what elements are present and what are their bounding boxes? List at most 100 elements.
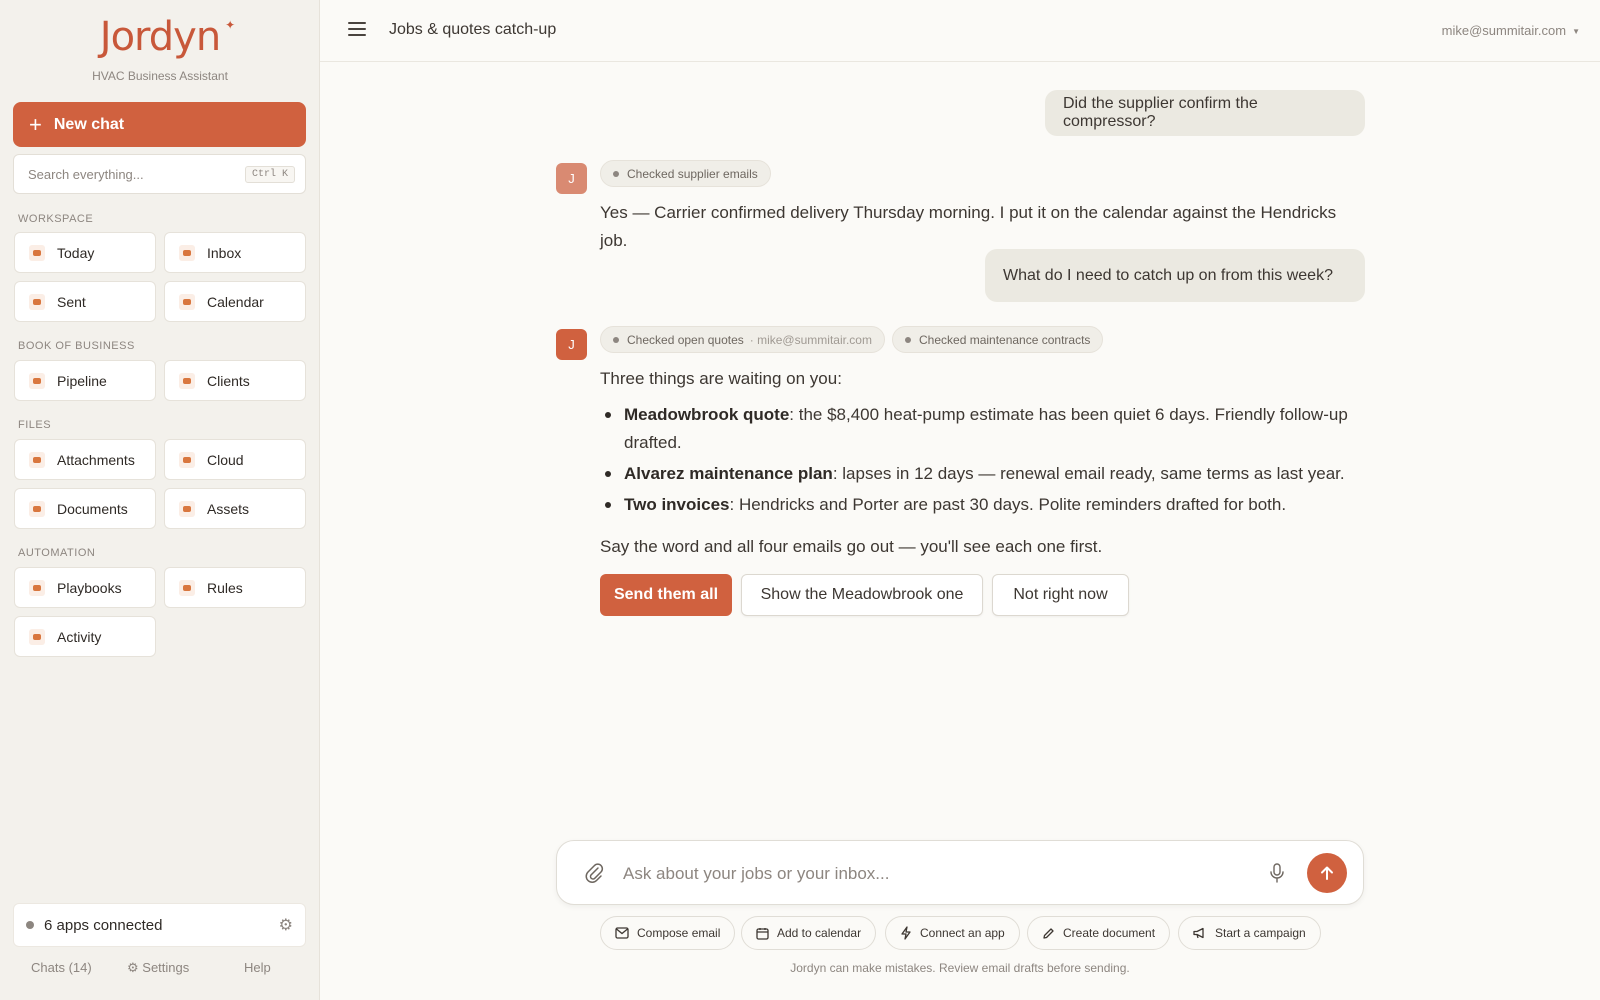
sidebar-item-label: Documents [57, 500, 128, 517]
page-title: Jobs & quotes catch-up [389, 21, 557, 38]
bar-chart-icon [29, 372, 45, 389]
sidebar-item-cloud[interactable]: Cloud [164, 439, 306, 480]
assistant-message: Yes — Carrier confirmed delivery Thursda… [600, 203, 1337, 250]
chip-dot [905, 336, 911, 343]
sidebar-item-activity[interactable]: Activity [14, 616, 156, 657]
document-icon [29, 500, 45, 517]
sidebar-item-today[interactable]: Today [14, 232, 156, 273]
settings-link[interactable]: ⚙ Settings [127, 960, 189, 976]
sidebar-item-attachments[interactable]: Attachments [14, 439, 156, 480]
sidebar-item-label: Pipeline [57, 372, 107, 389]
chip-dot [613, 170, 619, 177]
paperclip-icon[interactable] [584, 862, 604, 884]
sidebar-item-documents[interactable]: Documents [14, 488, 156, 529]
show-meadowbrook-button[interactable]: Show the Meadowbrook one [741, 574, 983, 616]
gear-icon[interactable]: ⚙ [279, 915, 293, 935]
send-all-button[interactable]: Send them all [600, 574, 732, 616]
activity-icon [29, 628, 45, 645]
tool-chip-quotes[interactable]: Checked open quotes · mike@summitair.com [600, 326, 885, 353]
sidebar-item-playbooks[interactable]: Playbooks [14, 567, 156, 608]
microphone-icon[interactable] [1269, 863, 1285, 883]
logo-subtitle: HVAC Business Assistant [92, 69, 228, 83]
not-right-now-button[interactable]: Not right now [992, 574, 1129, 616]
sidebar-item-label: Rules [207, 579, 243, 596]
calendar-icon [179, 293, 195, 310]
logo-wordmark: Jordyn [99, 14, 221, 60]
compose-email-button[interactable]: Compose email [600, 916, 736, 950]
contact-card-icon [179, 372, 195, 389]
list-item-title: Meadowbrook quote [624, 405, 790, 424]
start-campaign-button[interactable]: Start a campaign [1178, 916, 1321, 950]
lightning-icon [901, 926, 911, 940]
sidebar-item-calendar[interactable]: Calendar [164, 281, 306, 322]
tool-chip-contracts[interactable]: Checked maintenance contracts [892, 326, 1104, 353]
assistant-avatar: J [556, 163, 587, 194]
search-box: Ctrl K [13, 154, 306, 194]
chip-dot [613, 336, 619, 343]
section-book-of-business: BOOK OF BUSINESS [18, 340, 135, 352]
image-icon [179, 500, 195, 517]
create-document-button[interactable]: Create document [1027, 916, 1171, 950]
sidebar-item-sent[interactable]: Sent [14, 281, 156, 322]
inbox-icon [179, 244, 195, 261]
new-chat-button[interactable]: + New chat [13, 102, 306, 147]
help-link[interactable]: Help [244, 960, 271, 975]
chip-label: Checked supplier emails [627, 166, 758, 181]
list-item: Meadowbrook quote: the $8,400 heat-pump … [600, 401, 1360, 457]
search-input[interactable] [28, 166, 245, 182]
apps-connected-status[interactable]: 6 apps connected ⚙ [13, 903, 306, 947]
paperclip-icon [29, 451, 45, 468]
mail-icon [615, 927, 629, 939]
composer [556, 840, 1364, 905]
sidebar-item-label: Sent [57, 293, 86, 310]
sidebar-item-clients[interactable]: Clients [164, 360, 306, 401]
section-automation: AUTOMATION [18, 547, 96, 559]
sidebar-item-label: Assets [207, 500, 250, 517]
action-label: Create document [1063, 926, 1156, 940]
calendar-icon [756, 927, 769, 940]
message-input[interactable] [623, 859, 1223, 889]
section-workspace: WORKSPACE [18, 213, 94, 225]
sidebar: Jordyn ✦ HVAC Business Assistant + New ch… [0, 0, 320, 1000]
sidebar-item-label: Playbooks [57, 579, 122, 596]
send-icon [29, 293, 45, 310]
add-to-calendar-button[interactable]: Add to calendar [741, 916, 877, 950]
action-label: Compose email [637, 926, 721, 940]
sidebar-item-label: Attachments [57, 451, 135, 468]
chip-sublabel: · mike@summitair.com [749, 332, 872, 347]
menu-icon[interactable] [348, 22, 366, 36]
tool-chip-supplier[interactable]: Checked supplier emails [600, 160, 771, 187]
chip-label: Checked maintenance contracts [919, 332, 1091, 347]
list-item-text: : Hendricks and Porter are past 30 days.… [729, 495, 1287, 514]
chats-link[interactable]: Chats (14) [31, 960, 92, 975]
settings-label: Settings [142, 960, 190, 975]
action-label: Connect an app [920, 926, 1005, 940]
sidebar-item-pipeline[interactable]: Pipeline [14, 360, 156, 401]
sidebar-item-assets[interactable]: Assets [164, 488, 306, 529]
user-message-text: Did the supplier confirm the compressor? [1063, 95, 1258, 130]
sidebar-item-label: Activity [57, 628, 102, 645]
search-shortcut: Ctrl K [244, 165, 295, 183]
plus-icon: + [29, 111, 42, 137]
account-menu[interactable]: mike@summitair.com ▼ [1442, 23, 1580, 38]
user-message: Did the supplier confirm the compressor? [1045, 90, 1365, 136]
sidebar-item-label: Clients [207, 372, 250, 389]
playbook-icon [29, 579, 45, 596]
assistant-avatar: J [556, 329, 587, 360]
sidebar-item-label: Inbox [207, 244, 242, 261]
cloud-icon [179, 451, 195, 468]
action-label: Add to calendar [777, 926, 862, 940]
list-item-title: Alvarez maintenance plan [624, 464, 833, 483]
caret-down-icon: ▼ [1572, 27, 1580, 37]
sidebar-item-label: Cloud [207, 451, 244, 468]
catch-up-list: Meadowbrook quote: the $8,400 heat-pump … [600, 401, 1360, 522]
send-button[interactable] [1307, 853, 1347, 893]
status-dot [26, 921, 34, 929]
assistant-intro: Three things are waiting on you: [600, 369, 842, 388]
megaphone-icon [1193, 927, 1204, 939]
connect-app-button[interactable]: Connect an app [885, 916, 1020, 950]
user-message-text: What do I need to catch up on from this … [1003, 266, 1333, 284]
list-item: Alvarez maintenance plan: lapses in 12 d… [600, 460, 1360, 488]
sidebar-item-rules[interactable]: Rules [164, 567, 306, 608]
sidebar-item-inbox[interactable]: Inbox [164, 232, 306, 273]
